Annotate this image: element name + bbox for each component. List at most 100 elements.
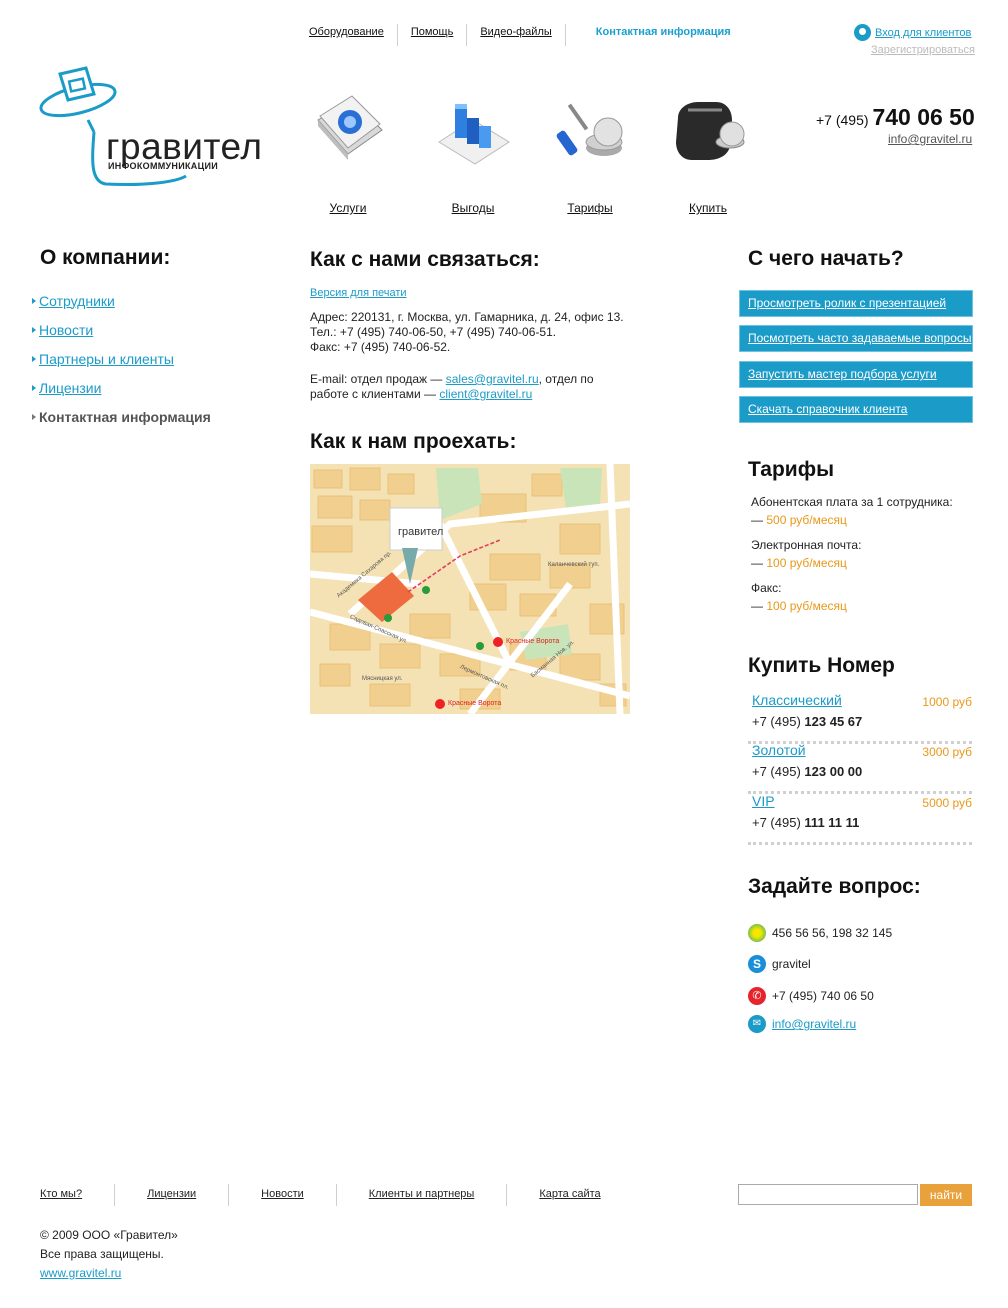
copyright-block: © 2009 ООО «Гравител» Все права защищены…: [40, 1226, 178, 1283]
topnav-video[interactable]: Видео-файлы: [466, 24, 564, 46]
number-phone: +7 (495) 123 00 00: [752, 764, 863, 779]
company-nav-partners[interactable]: Партнеры и клиенты: [32, 344, 211, 373]
tariff-price: — 500 руб/месяц: [751, 513, 847, 527]
email-block: E-mail: отдел продаж — sales@gravitel.ru…: [310, 372, 594, 401]
client-email-link[interactable]: client@gravitel.ru: [439, 387, 532, 401]
logo-subtitle: ИНФОКОММУНИКАЦИИ: [108, 161, 219, 171]
top-nav: Оборудование Помощь Видео-файлы Контактн…: [296, 24, 744, 46]
number-plan-link[interactable]: VIP: [752, 793, 775, 809]
buy-number-heading: Купить Номер: [748, 654, 895, 677]
copyright-text: © 2009 ООО «Гравител»: [40, 1228, 178, 1242]
ask-question-heading: Задайте вопрос:: [748, 875, 921, 898]
header-phone-number: 740 06 50: [872, 104, 975, 130]
cta-watch-presentation[interactable]: Просмотреть ролик с презентацией: [739, 290, 973, 317]
contact-heading: Как с нами связаться:: [310, 248, 540, 271]
footer-licenses-link[interactable]: Лицензии: [114, 1184, 228, 1206]
footer-clients-link[interactable]: Клиенты и партнеры: [335, 1184, 507, 1206]
contact-email-link[interactable]: info@gravitel.ru: [772, 1017, 856, 1031]
number-offer: Золотой 3000 руб +7 (495) 123 00 00: [748, 742, 972, 794]
phone-icon: ✆: [748, 987, 766, 1005]
rights-text: Все права защищены.: [40, 1247, 164, 1261]
service-label[interactable]: Выгоды: [423, 201, 523, 215]
company-nav-contacts[interactable]: Контактная информация: [32, 402, 211, 431]
company-nav: Сотрудники Новости Партнеры и клиенты Ли…: [32, 286, 211, 431]
directions-heading: Как к нам проехать:: [310, 430, 517, 453]
sales-email-link[interactable]: sales@gravitel.ru: [446, 372, 539, 386]
number-offer: Классический 1000 руб +7 (495) 123 45 67: [748, 692, 972, 744]
number-price: 1000 руб: [922, 695, 972, 709]
tariff-price: — 100 руб/месяц: [751, 599, 847, 613]
tariff-label: Факс:: [751, 581, 782, 595]
number-phone: +7 (495) 111 11 11: [752, 815, 860, 830]
contact-icq: 456 56 56, 198 32 145: [748, 924, 892, 942]
number-phone: +7 (495) 123 45 67: [752, 714, 863, 729]
service-tariffs[interactable]: Тарифы: [540, 90, 640, 215]
cta-download-guide[interactable]: Скачать справочник клиента: [739, 396, 973, 423]
register-link[interactable]: Зарегистрироваться: [871, 44, 975, 56]
map-brand-label: гравител: [398, 526, 444, 538]
service-label[interactable]: Тарифы: [540, 201, 640, 215]
topnav-help[interactable]: Помощь: [396, 24, 467, 46]
cta-service-wizard[interactable]: Запустить мастер подбора услуги: [739, 361, 973, 388]
footer-nav: Кто мы? Лицензии Новости Клиенты и партн…: [40, 1184, 633, 1206]
search-input[interactable]: [738, 1184, 918, 1205]
number-price: 3000 руб: [922, 745, 972, 759]
number-offer: VIP 5000 руб +7 (495) 111 11 11: [748, 793, 972, 845]
number-price: 5000 руб: [922, 796, 972, 810]
search-button[interactable]: найти: [920, 1184, 972, 1206]
site-link[interactable]: www.gravitel.ru: [40, 1264, 178, 1283]
number-plan-link[interactable]: Классический: [752, 692, 842, 708]
arrow-right-icon: [32, 384, 36, 391]
getting-started-heading: С чего начать?: [748, 247, 904, 270]
service-services[interactable]: Услуги: [298, 90, 398, 215]
number-plan-link[interactable]: Золотой: [752, 742, 806, 758]
map-street-label: Каланчевский туп.: [548, 562, 600, 568]
tariff-label: Электронная почта:: [751, 538, 862, 552]
company-nav-news[interactable]: Новости: [32, 315, 211, 344]
map-metro-label: Красные Ворота: [448, 700, 502, 707]
cta-faq[interactable]: Посмотреть часто задаваемые вопросы: [739, 325, 973, 352]
address-block: Адрес: 220131, г. Москва, ул. Гамарника,…: [310, 310, 624, 355]
arrow-right-icon: [32, 297, 36, 304]
company-nav-licenses[interactable]: Лицензии: [32, 373, 211, 402]
map-metro-label: Красные Ворота: [506, 638, 560, 645]
map-street-label: Мясницкая ул.: [362, 676, 403, 682]
service-label[interactable]: Купить: [658, 201, 758, 215]
arrow-right-icon: [32, 355, 36, 362]
address-line: Адрес: 220131, г. Москва, ул. Гамарника,…: [310, 310, 624, 324]
header-email-link[interactable]: info@gravitel.ru: [888, 132, 972, 146]
service-buy[interactable]: Купить: [658, 90, 758, 215]
arrow-right-icon: [32, 326, 36, 333]
chart-icon: [438, 104, 510, 165]
topnav-contacts[interactable]: Контактная информация: [564, 24, 744, 46]
client-login-link[interactable]: Вход для клиентов: [875, 27, 971, 39]
footer-news-link[interactable]: Новости: [228, 1184, 336, 1206]
book-icon: [317, 95, 383, 160]
logo[interactable]: гравител ИНФОКОММУНИКАЦИИ: [36, 64, 276, 194]
tariff-label: Абонентская плата за 1 сотрудника:: [751, 495, 953, 509]
header-phone: +7 (495) 740 06 50: [816, 104, 975, 130]
service-label[interactable]: Услуги: [298, 201, 398, 215]
service-benefits[interactable]: Выгоды: [423, 90, 523, 215]
icq-icon: [748, 924, 766, 942]
footer-sitemap-link[interactable]: Карта сайта: [506, 1184, 632, 1206]
location-map[interactable]: гравител Красные Ворота Красные Ворота С…: [310, 464, 630, 714]
footer-about-link[interactable]: Кто мы?: [40, 1184, 114, 1206]
tariff-price: — 100 руб/месяц: [751, 556, 847, 570]
print-version-link[interactable]: Версия для печати: [310, 287, 407, 299]
about-company-heading: О компании:: [40, 246, 171, 269]
client-login[interactable]: Вход для клиентов: [854, 24, 971, 41]
map-graphic: [310, 464, 630, 714]
email-icon: ✉: [748, 1015, 766, 1033]
contact-email: ✉ info@gravitel.ru: [748, 1015, 856, 1033]
wallet-icon: [676, 102, 745, 160]
company-nav-staff[interactable]: Сотрудники: [32, 286, 211, 315]
user-icon: [854, 24, 871, 41]
tariffs-heading: Тарифы: [748, 458, 835, 481]
contact-skype: S gravitel: [748, 955, 811, 973]
arrow-right-icon: [32, 413, 36, 420]
contact-phone: ✆ +7 (495) 740 06 50: [748, 987, 874, 1005]
topnav-equipment[interactable]: Оборудование: [296, 24, 397, 46]
fax-line: Факс: +7 (495) 740-06-52.: [310, 340, 451, 354]
tools-coins-icon: [556, 103, 623, 156]
